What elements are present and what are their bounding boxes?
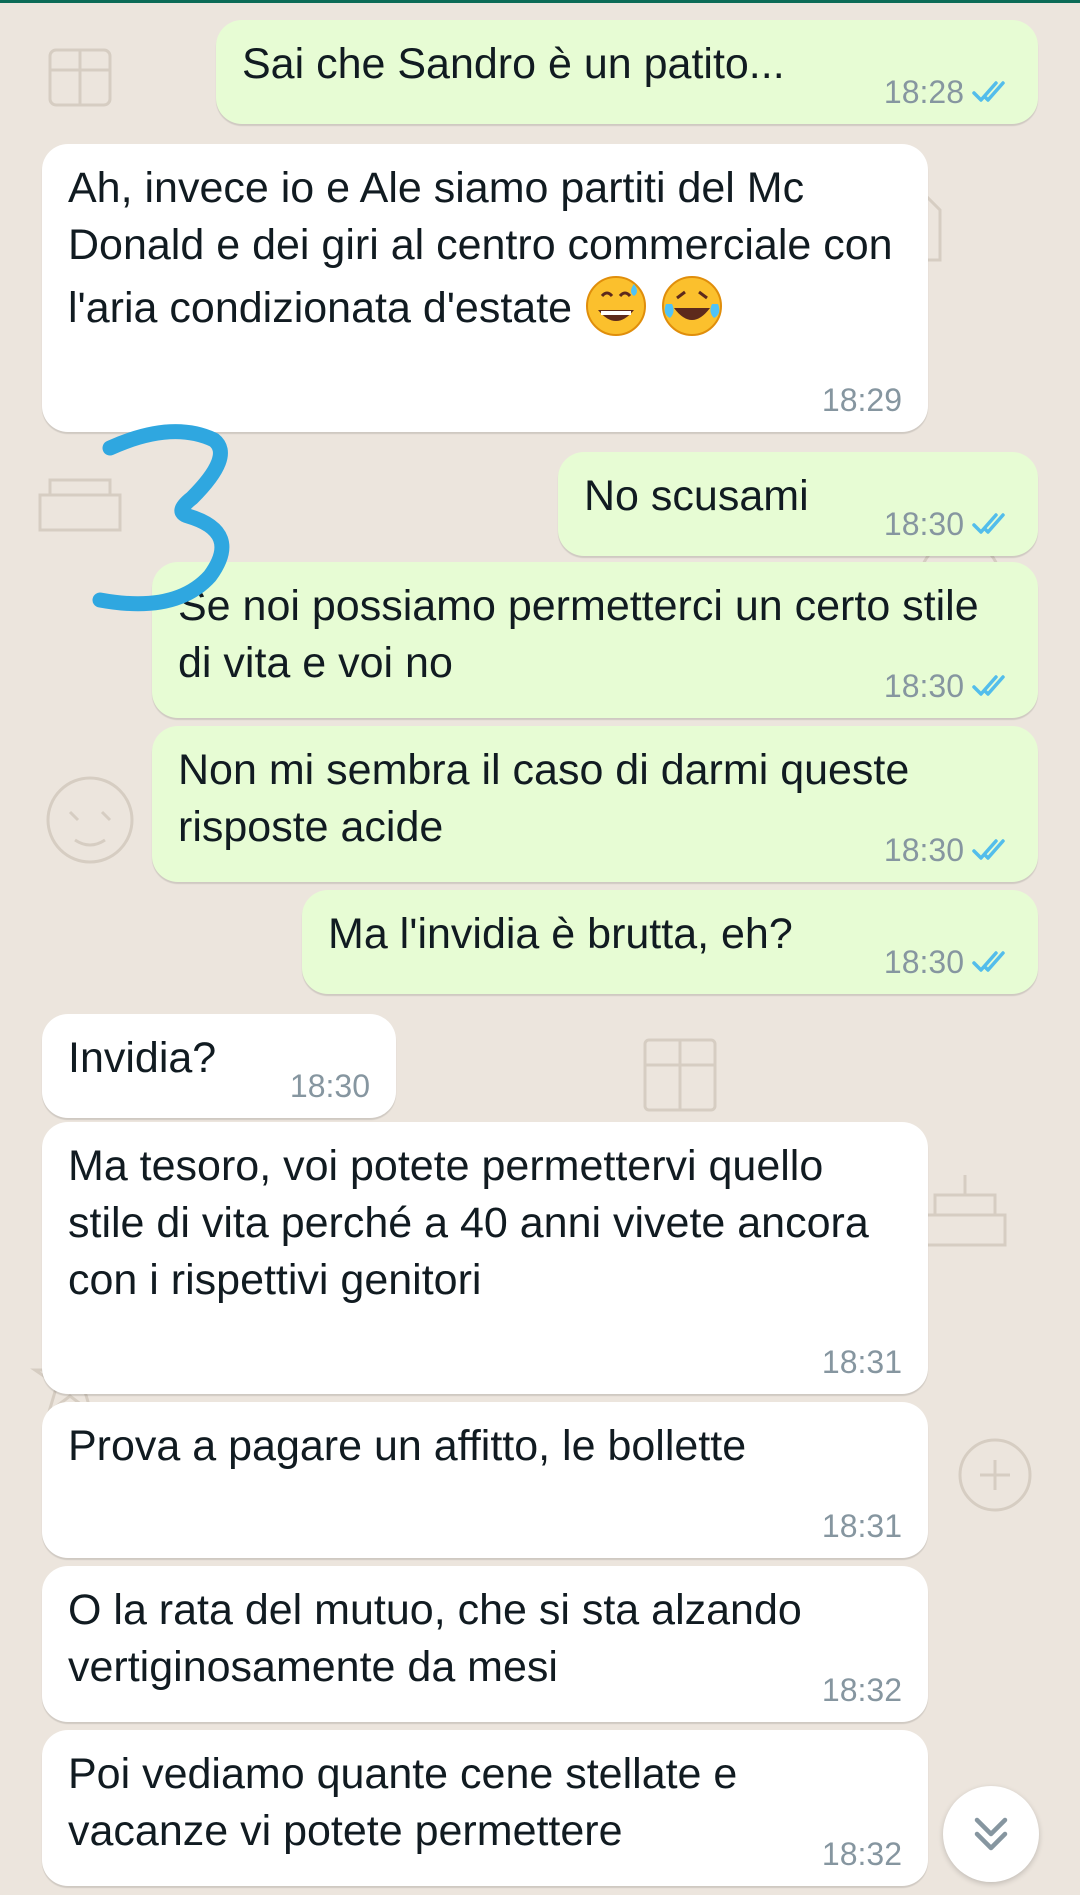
message-text: O la rata del mutuo, che si sta alzando … (68, 1586, 802, 1691)
message-meta: 18:29 (822, 382, 902, 418)
message-meta: 18:30 (884, 832, 1012, 868)
message-text: Prova a pagare un affitto, le bollette (68, 1422, 747, 1470)
message-text-wrap: Ah, invece io e Ale siamo partiti del Mc… (68, 160, 902, 338)
handwritten-number-annotation (92, 424, 230, 612)
message-time: 18:30 (289, 1068, 370, 1104)
tears-of-joy-emoji (661, 276, 722, 336)
message-meta: 18:30 (884, 668, 1012, 704)
message-bubble-outgoing[interactable]: Sai che Sandro è un patito... 18:28 (216, 20, 1038, 124)
message-time: 18:32 (821, 1836, 902, 1872)
message-time: 18:28 (883, 74, 964, 110)
message-meta: 18:32 (822, 1836, 902, 1872)
message-bubble-outgoing[interactable]: Se noi possiamo permetterci un certo sti… (152, 562, 1038, 718)
double-check-icon (972, 951, 1005, 972)
message-meta: 18:30 (884, 506, 1012, 542)
message-text: Poi vediamo quante cene stellate e vacan… (68, 1750, 738, 1855)
double-check-icon (972, 675, 1005, 696)
double-chevron-down-icon (974, 1817, 1008, 1851)
message-text: Ah, invece io e Ale siamo partiti del Mc… (68, 164, 893, 332)
message-bubble-outgoing[interactable]: Non mi sembra il caso di darmi queste ri… (152, 726, 1038, 882)
message-bubble-incoming[interactable]: Ah, invece io e Ale siamo partiti del Mc… (42, 144, 928, 432)
chat-thread[interactable]: Sai che Sandro è un patito... 18:28 Ah, … (0, 0, 1080, 1895)
message-bubble-outgoing[interactable]: Ma l'invidia è brutta, eh? 18:30 (302, 890, 1038, 994)
message-time: 18:31 (821, 1508, 902, 1544)
message-bubble-incoming[interactable]: Invidia? 18:30 (42, 1014, 396, 1118)
message-time: 18:31 (821, 1344, 902, 1380)
scroll-to-bottom-button[interactable] (943, 1786, 1039, 1882)
message-bubble-incoming[interactable]: Prova a pagare un affitto, le bollette 1… (42, 1402, 928, 1558)
message-bubble-incoming[interactable]: O la rata del mutuo, che si sta alzando … (42, 1566, 928, 1722)
message-bubble-outgoing[interactable]: No scusami 18:30 (558, 452, 1038, 556)
message-bubble-incoming[interactable]: Poi vediamo quante cene stellate e vacan… (42, 1730, 928, 1886)
double-check-icon (972, 513, 1005, 534)
message-time: 18:30 (883, 944, 964, 980)
message-meta: 18:30 (884, 944, 1012, 980)
message-time: 18:32 (821, 1672, 902, 1708)
message-time: 18:30 (883, 668, 964, 704)
message-time: 18:30 (883, 506, 964, 542)
message-meta: 18:30 (290, 1068, 370, 1104)
message-time: 18:29 (821, 382, 902, 418)
message-meta: 18:31 (822, 1344, 902, 1380)
message-meta: 18:32 (822, 1672, 902, 1708)
grinning-sweat-emoji (586, 276, 647, 336)
message-meta: 18:28 (884, 74, 1012, 110)
double-check-icon (972, 81, 1005, 102)
message-time: 18:30 (883, 832, 964, 868)
message-meta: 18:31 (822, 1508, 902, 1544)
message-text: Ma tesoro, voi potete permettervi quello… (68, 1142, 869, 1304)
double-check-icon (972, 839, 1005, 860)
message-bubble-incoming[interactable]: Ma tesoro, voi potete permettervi quello… (42, 1122, 928, 1394)
